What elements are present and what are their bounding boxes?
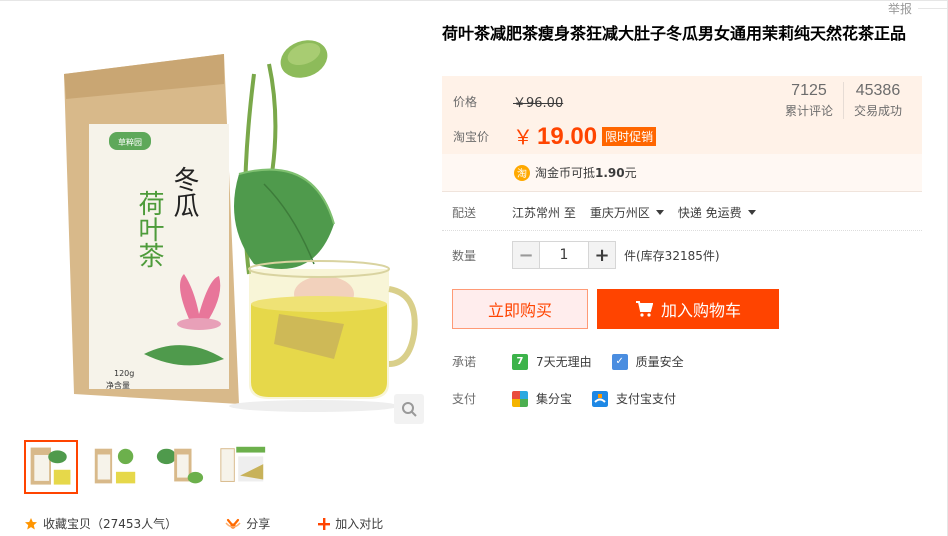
coin-amount: 1.90 <box>595 166 625 180</box>
quality-safety[interactable]: ✓ 质量安全 <box>611 353 684 370</box>
share-icon <box>225 518 241 529</box>
buy-now-button[interactable]: 立即购买 <box>452 289 588 329</box>
payment-label: 支付 <box>452 392 477 406</box>
quantity-stepper: − 1 + <box>512 241 616 269</box>
cart-icon <box>635 301 653 317</box>
alipay-payment[interactable]: 支付宝支付 <box>592 390 676 407</box>
compare-label: 加入对比 <box>335 517 384 531</box>
package-weight: 120g <box>114 369 134 378</box>
report-link[interactable]: 举报 <box>888 0 912 17</box>
seven-day-return[interactable]: 7 7天无理由 <box>512 353 592 370</box>
currency-symbol: ￥ <box>513 127 533 149</box>
social-actions: 收藏宝贝（27453人气） 分享 加入对比 <box>24 515 431 532</box>
stock-text: 件(库存32185件) <box>624 248 720 263</box>
transactions-stat[interactable]: 45386 交易成功 <box>842 82 912 119</box>
promo-badge: 限时促销 <box>602 126 657 146</box>
payment-row: 支付 集分宝 支付宝支付 <box>452 390 696 407</box>
transactions-count: 45386 <box>855 82 901 99</box>
add-to-cart-button[interactable]: 加入购物车 <box>597 289 779 329</box>
main-product-image[interactable]: 草粹园 冬瓜 荷叶茶 120g 净含量 <box>14 14 426 426</box>
compare-button[interactable]: 加入对比 <box>318 515 383 532</box>
reviews-count: 7125 <box>791 82 827 99</box>
thumbnail-3[interactable] <box>152 440 206 494</box>
share-label: 分享 <box>246 517 271 531</box>
promise-label: 承诺 <box>452 355 477 369</box>
plus-icon <box>318 517 331 530</box>
price-label: 价格 <box>453 95 478 109</box>
thumbnail-1[interactable] <box>24 440 78 494</box>
add-to-cart-label: 加入购物车 <box>660 301 741 320</box>
destination-dropdown[interactable]: 重庆万州区 <box>590 204 664 221</box>
delivery-label: 配送 <box>452 206 477 220</box>
product-title: 荷叶茶减肥茶瘦身茶狂减大肚子冬瓜男女通用茉莉纯天然花茶正品 <box>442 24 907 43</box>
chevron-down-icon <box>655 210 664 215</box>
thumbnail-2[interactable] <box>88 440 142 494</box>
reviews-caption: 累计评论 <box>784 104 833 118</box>
chevron-down-icon <box>747 210 756 215</box>
reviews-stat[interactable]: 7125 累计评论 <box>775 82 843 119</box>
coin-text: 淘金币可抵1.90元 <box>535 166 637 180</box>
quantity-row: 数量 − 1 + 件(库存32185件) <box>452 241 720 269</box>
quantity-label: 数量 <box>452 248 477 263</box>
taobao-price-label: 淘宝价 <box>453 129 490 144</box>
zoom-button[interactable] <box>394 394 424 424</box>
price-panel: 价格 ￥96.00 淘宝价 ￥ 19.00 限时促销 7125 累计评论 4538… <box>442 76 922 154</box>
share-button[interactable]: 分享 <box>225 515 270 532</box>
report-divider <box>918 8 948 9</box>
jifenbao-icon <box>512 390 528 407</box>
shipping-method-dropdown[interactable]: 快递 免运费 <box>678 204 756 221</box>
quantity-input[interactable]: 1 <box>540 241 588 269</box>
package-brand: 草粹园 <box>118 137 142 147</box>
star-icon <box>25 517 37 529</box>
shield-check-icon: ✓ <box>611 353 628 370</box>
taobao-coin-icon: 淘 <box>514 164 530 181</box>
divider <box>442 230 922 231</box>
delivery-origin: 江苏常州 至 <box>512 206 576 220</box>
sales-stats: 7125 累计评论 45386 交易成功 <box>775 82 912 119</box>
favorite-label: 收藏宝贝（27453人气） <box>43 517 178 531</box>
decrease-button[interactable]: − <box>512 241 540 269</box>
seven-day-icon: 7 <box>512 353 528 370</box>
increase-button[interactable]: + <box>588 241 616 269</box>
current-price-value: 19.00 <box>537 123 598 150</box>
current-price: ￥ 19.00 <box>513 121 597 151</box>
package-weight-label: 净含量 <box>106 380 130 390</box>
magnifier-icon <box>402 402 417 417</box>
transactions-caption: 交易成功 <box>853 104 902 118</box>
promise-row: 承诺 7 7天无理由 ✓ 质量安全 <box>452 353 704 370</box>
jifenbao-payment[interactable]: 集分宝 <box>512 390 572 407</box>
delivery-row: 配送 江苏常州 至 重庆万州区 快递 免运费 <box>452 204 770 221</box>
package-title: 冬瓜 <box>169 166 199 218</box>
favorite-button[interactable]: 收藏宝贝（27453人气） <box>24 515 177 532</box>
taobao-coin-row: 淘 淘金币可抵1.90元 <box>442 154 922 192</box>
thumbnail-4[interactable] <box>216 440 270 494</box>
package-subtitle: 荷叶茶 <box>134 190 164 268</box>
original-price: ￥96.00 <box>513 96 564 111</box>
alipay-icon <box>592 390 609 407</box>
thumbnail-strip <box>24 440 270 494</box>
